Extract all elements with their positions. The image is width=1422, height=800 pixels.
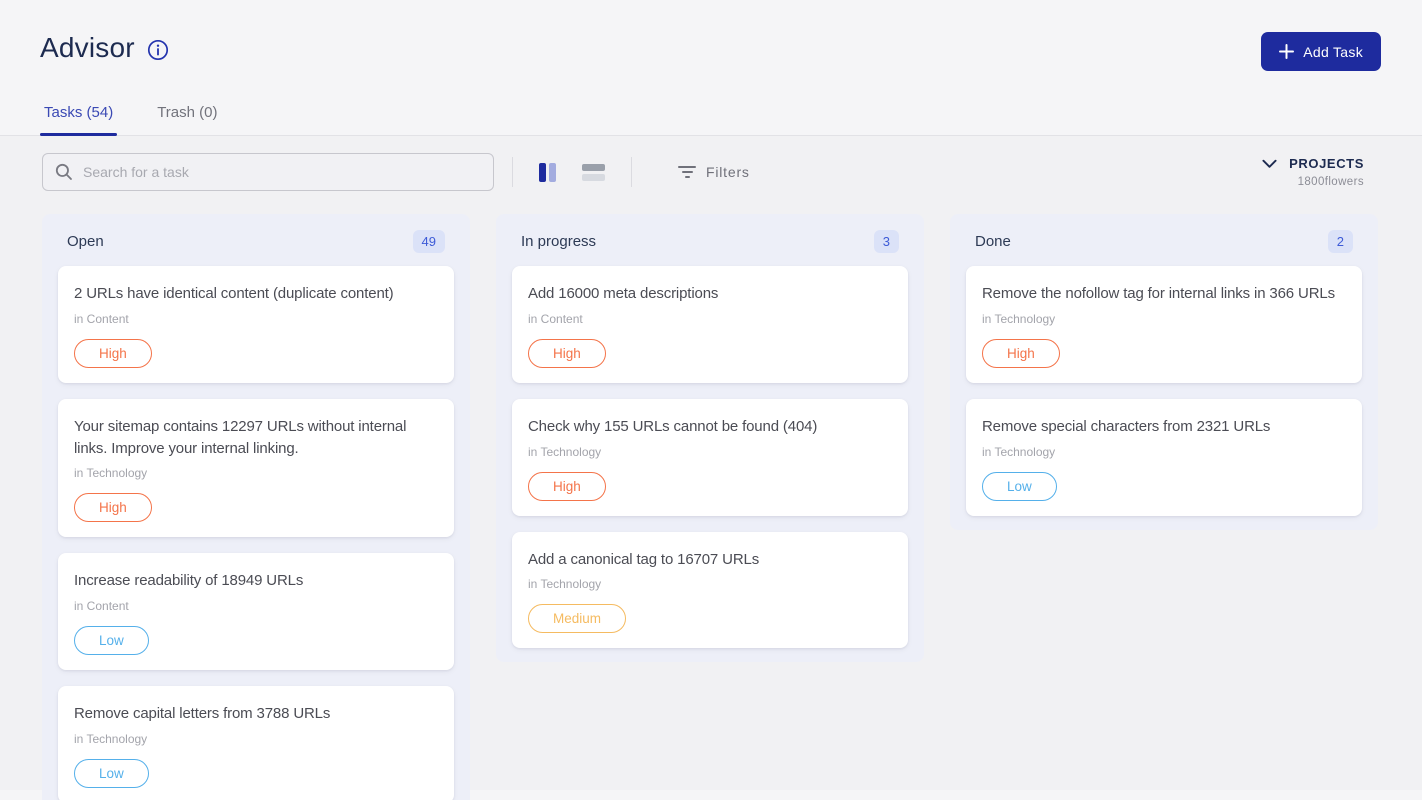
tab-tasks[interactable]: Tasks (54)	[40, 98, 117, 135]
task-title: 2 URLs have identical content (duplicate…	[74, 283, 438, 305]
task-title: Your sitemap contains 12297 URLs without…	[74, 416, 438, 460]
task-card[interactable]: Remove capital letters from 3788 URLs in…	[58, 686, 454, 800]
selected-project-name: 1800flowers	[1262, 176, 1364, 188]
kanban-column: Open 49 2 URLs have identical content (d…	[42, 214, 470, 800]
divider	[631, 157, 632, 187]
search-icon	[55, 163, 73, 181]
column-count-badge: 49	[413, 230, 445, 253]
chevron-down-icon	[1262, 159, 1277, 169]
task-category: in Technology	[982, 312, 1346, 326]
column-title: Open	[67, 233, 104, 250]
priority-badge: High	[74, 493, 152, 522]
column-count-badge: 3	[874, 230, 899, 253]
task-category: in Technology	[74, 732, 438, 746]
card-list: 2 URLs have identical content (duplicate…	[58, 266, 454, 800]
list-view-icon[interactable]	[578, 160, 609, 185]
tab-bar: Tasks (54) Trash (0)	[0, 98, 1422, 136]
filters-label: Filters	[706, 164, 750, 180]
task-category: in Content	[528, 312, 892, 326]
priority-badge: Medium	[528, 604, 626, 633]
topbar: Advisor Add Task	[0, 0, 1422, 71]
column-title: In progress	[521, 233, 596, 250]
priority-badge: Low	[982, 472, 1057, 501]
task-title: Remove special characters from 2321 URLs	[982, 416, 1346, 438]
card-list: Add 16000 meta descriptions in Content H…	[512, 266, 908, 648]
task-title: Add a canonical tag to 16707 URLs	[528, 549, 892, 571]
task-title: Check why 155 URLs cannot be found (404)	[528, 416, 892, 438]
priority-badge: High	[528, 339, 606, 368]
view-toggle	[535, 159, 609, 186]
kanban-view-icon[interactable]	[535, 159, 560, 186]
column-header: In progress 3	[512, 214, 908, 266]
search-input[interactable]	[42, 153, 494, 191]
priority-badge: High	[528, 472, 606, 501]
divider	[512, 157, 513, 187]
kanban-column: In progress 3 Add 16000 meta description…	[496, 214, 924, 662]
task-category: in Technology	[982, 445, 1346, 459]
column-title: Done	[975, 233, 1011, 250]
task-title: Increase readability of 18949 URLs	[74, 570, 438, 592]
task-title: Add 16000 meta descriptions	[528, 283, 892, 305]
column-count-badge: 2	[1328, 230, 1353, 253]
task-card[interactable]: Increase readability of 18949 URLs in Co…	[58, 553, 454, 670]
info-circle-icon[interactable]	[147, 39, 169, 61]
kanban-column: Done 2 Remove the nofollow tag for inter…	[950, 214, 1378, 530]
task-card[interactable]: Remove the nofollow tag for internal lin…	[966, 266, 1362, 383]
task-card[interactable]: Add 16000 meta descriptions in Content H…	[512, 266, 908, 383]
priority-badge: Low	[74, 759, 149, 788]
task-card[interactable]: Check why 155 URLs cannot be found (404)…	[512, 399, 908, 516]
column-header: Done 2	[966, 214, 1362, 266]
priority-badge: High	[982, 339, 1060, 368]
search-wrap	[42, 153, 494, 191]
add-task-button[interactable]: Add Task	[1261, 32, 1381, 71]
task-category: in Technology	[528, 445, 892, 459]
priority-badge: High	[74, 339, 152, 368]
plus-icon	[1279, 44, 1294, 59]
page-title: Advisor	[40, 32, 135, 64]
toolbar: Filters PROJECTS 1800flowers	[0, 136, 1422, 191]
filter-funnel-icon	[678, 166, 696, 178]
projects-dropdown[interactable]: PROJECTS	[1262, 156, 1364, 171]
task-category: in Content	[74, 599, 438, 613]
filters-button[interactable]: Filters	[678, 164, 750, 180]
task-category: in Technology	[74, 466, 438, 480]
task-category: in Technology	[528, 577, 892, 591]
projects-label: PROJECTS	[1289, 156, 1364, 171]
task-title: Remove the nofollow tag for internal lin…	[982, 283, 1346, 305]
column-header: Open 49	[58, 214, 454, 266]
add-task-label: Add Task	[1303, 44, 1363, 60]
task-title: Remove capital letters from 3788 URLs	[74, 703, 438, 725]
tab-trash[interactable]: Trash (0)	[153, 98, 221, 135]
task-card[interactable]: Remove special characters from 2321 URLs…	[966, 399, 1362, 516]
card-list: Remove the nofollow tag for internal lin…	[966, 266, 1362, 516]
task-card[interactable]: 2 URLs have identical content (duplicate…	[58, 266, 454, 383]
projects-selector: PROJECTS 1800flowers	[1262, 156, 1364, 188]
task-card[interactable]: Add a canonical tag to 16707 URLs in Tec…	[512, 532, 908, 649]
content-area: Filters PROJECTS 1800flowers Open 49 2 U…	[0, 136, 1422, 790]
board: Open 49 2 URLs have identical content (d…	[0, 214, 1422, 800]
task-category: in Content	[74, 312, 438, 326]
task-card[interactable]: Your sitemap contains 12297 URLs without…	[58, 399, 454, 538]
priority-badge: Low	[74, 626, 149, 655]
